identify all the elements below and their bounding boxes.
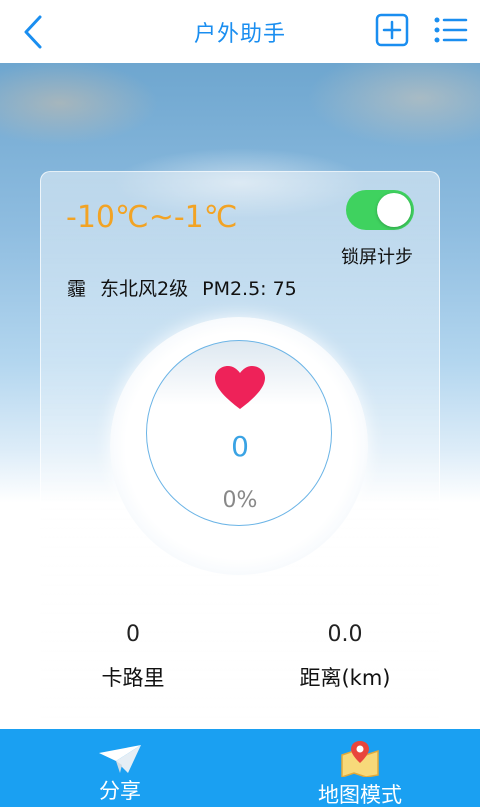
lock-screen-step-label: 锁屏计步 [341,247,413,268]
plus-square-icon [375,13,409,47]
toggle-knob [377,193,411,227]
pm-value: 75 [272,278,297,300]
top-bar: 户外助手 [0,0,480,63]
temperature-range: -10℃~-1℃ [66,200,238,235]
menu-button[interactable] [433,14,469,46]
calories-label: 卡路里 [101,666,165,690]
map-pin-icon [341,741,379,777]
list-menu-icon [434,17,468,43]
distance-label: 距离(km) [299,666,391,690]
calories-value: 0 [126,622,140,647]
share-label: 分享 [99,779,141,803]
paper-plane-icon [99,745,141,773]
add-button[interactable] [375,13,409,47]
step-progress-percent: 0% [222,488,258,513]
pm-label: PM2.5: [202,278,267,300]
heart-icon [215,366,265,409]
wind-info: 东北风2级 [100,278,189,300]
step-count: 0 [231,430,249,463]
map-mode-label: 地图模式 [318,783,402,807]
weather-condition: 霾 [67,278,87,300]
distance-value: 0.0 [327,622,363,647]
lock-screen-step-toggle[interactable] [346,190,414,230]
map-mode-button[interactable]: 地图模式 [300,729,420,807]
bottom-nav: 分享 地图模式 [0,729,480,807]
share-button[interactable]: 分享 [60,729,180,807]
weather-info: 霾东北风2级 PM2.5: 75 [67,274,311,301]
